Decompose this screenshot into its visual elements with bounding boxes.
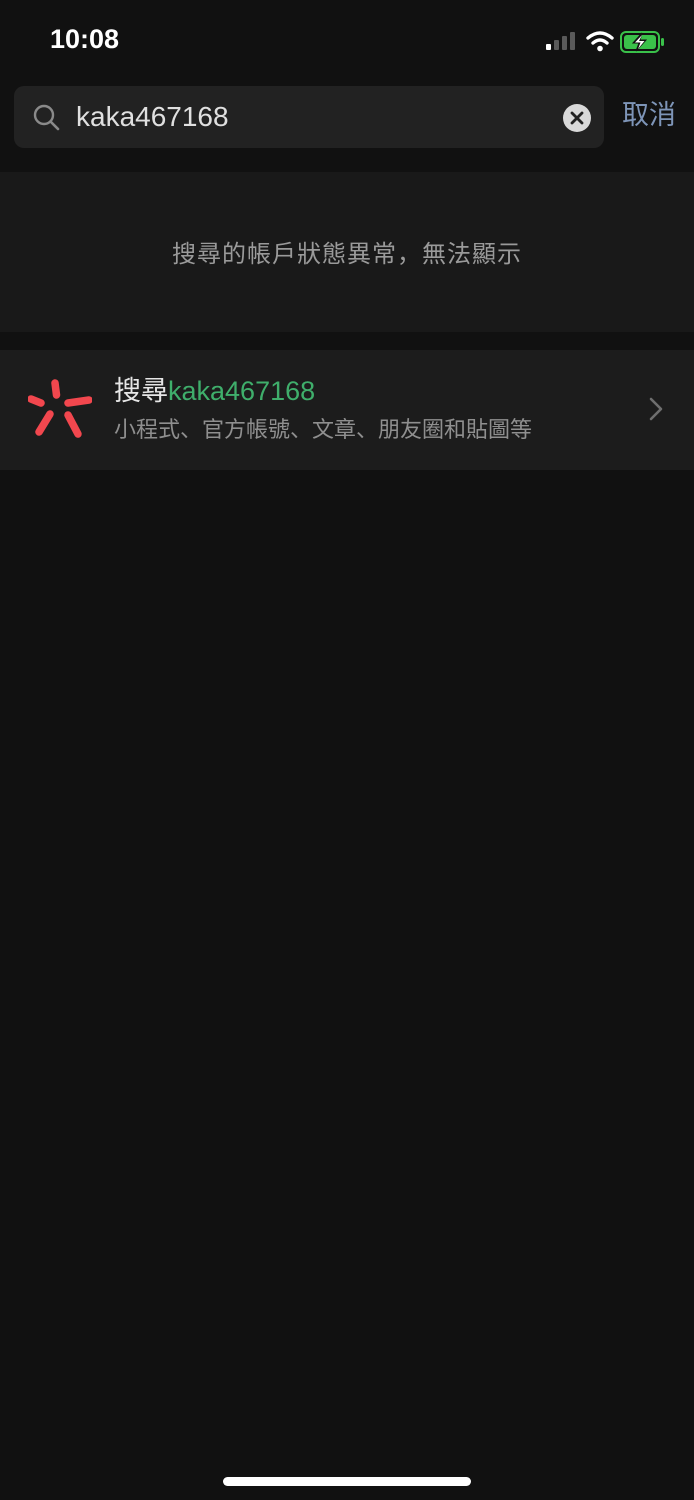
battery-charging-icon — [620, 31, 666, 57]
web-search-title: 搜尋kaka467168 — [114, 374, 315, 409]
web-search-subtitle: 小程式、官方帳號、文章、朋友圈和貼圖等 — [114, 418, 533, 443]
search-logo-icon — [27, 378, 93, 446]
web-search-row[interactable]: 搜尋kaka467168 小程式、官方帳號、文章、朋友圈和貼圖等 — [0, 350, 694, 470]
notice-message: 搜尋的帳戶狀態異常，無法顯示 — [172, 240, 522, 268]
status-bar: 10:08 — [0, 0, 694, 80]
wifi-icon — [586, 30, 614, 56]
search-icon — [32, 103, 60, 135]
account-status-notice: 搜尋的帳戶狀態異常，無法顯示 — [0, 172, 694, 332]
chevron-right-icon — [648, 396, 664, 426]
cellular-signal-icon — [546, 32, 578, 54]
search-input[interactable]: kaka467168 — [14, 86, 604, 148]
cancel-button[interactable]: 取消 — [622, 98, 676, 134]
status-time: 10:08 — [50, 24, 120, 54]
clear-icon[interactable] — [562, 103, 592, 137]
web-search-prefix: 搜尋 — [114, 376, 168, 407]
web-search-keyword: kaka467168 — [168, 376, 316, 406]
search-bar: kaka467168 取消 — [0, 86, 694, 148]
home-indicator[interactable] — [223, 1477, 471, 1486]
search-query: kaka467168 — [76, 101, 229, 132]
